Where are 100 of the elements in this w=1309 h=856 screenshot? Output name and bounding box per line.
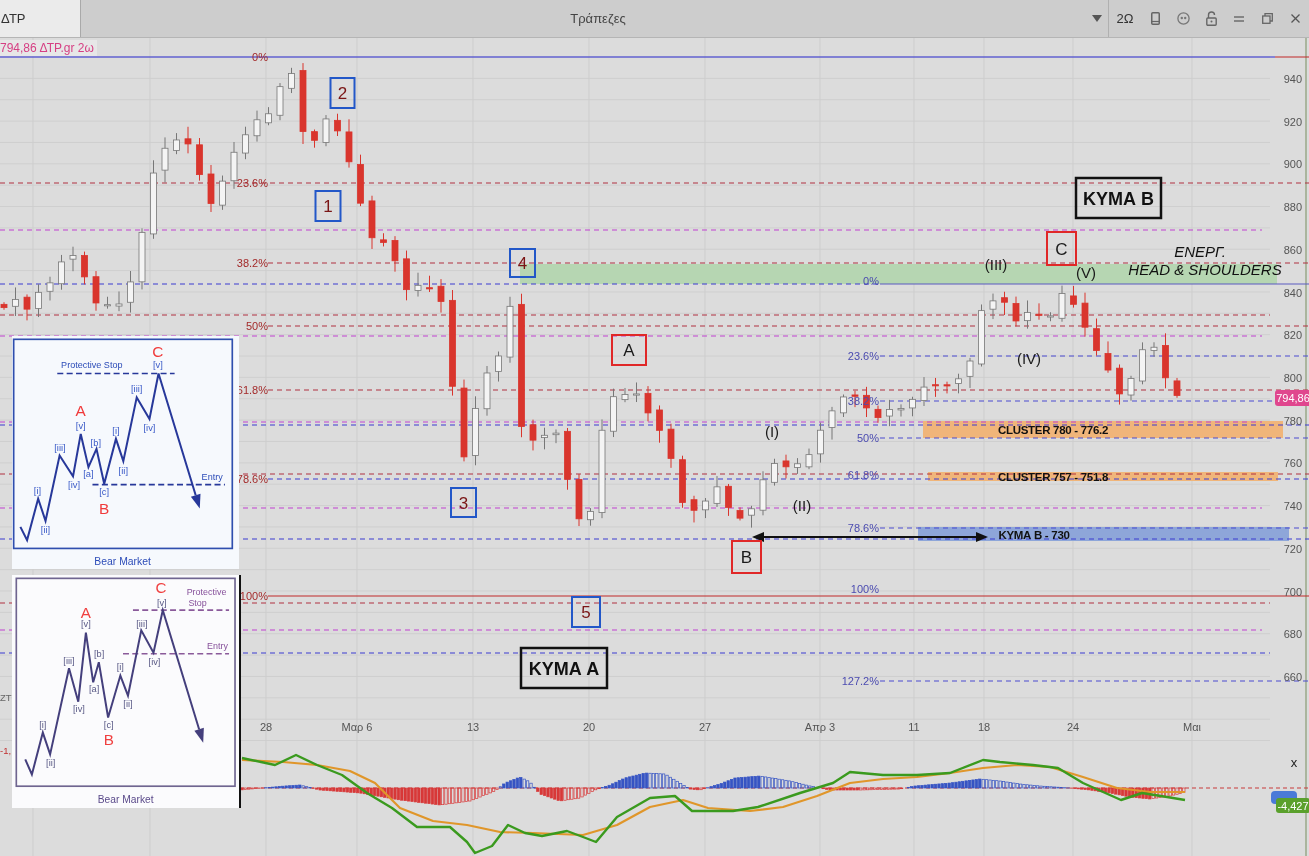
wave-count-label: [c] (103, 719, 114, 730)
fib-level-label: 78.6% (847, 522, 879, 534)
fib-level-label: 50% (856, 432, 879, 444)
fib-level-label: 38.2% (236, 257, 268, 269)
price-axis-label: 940 (1283, 73, 1302, 85)
wave-title-box: ΚΥΜΑ Α (519, 646, 609, 690)
wave-count-label: [v] (81, 618, 91, 629)
fib-level-label: 50% (245, 320, 268, 332)
fib-level-label: 0% (863, 275, 879, 287)
price-axis-label: 680 (1283, 628, 1302, 641)
diagram-caption: Bear Market (94, 556, 151, 568)
edge-text: ZT (0, 692, 12, 703)
indicator-value-tag: -4,427 (1276, 798, 1309, 813)
diagram-note: Entry (207, 640, 228, 651)
wave-count-label: [ii] (123, 699, 133, 710)
close-icon (1290, 14, 1300, 23)
date-axis-label: 20 (582, 721, 596, 733)
price-axis-label: 720 (1283, 542, 1302, 555)
date-axis-label: 27 (698, 721, 712, 733)
wave-count-label: [iii] (63, 655, 75, 666)
wave-count-label: [v] (156, 598, 167, 609)
wave-title-box: ΚΥΜΑ Β (1074, 176, 1163, 220)
price-axis-label: 900 (1283, 158, 1302, 171)
wave-number-box: 5 (571, 596, 601, 628)
wave-count-label: (II) (792, 497, 812, 514)
date-axis-label: 18 (977, 721, 991, 733)
diagram-note: Entry (201, 471, 223, 482)
wave-count-label: [iv] (73, 704, 85, 715)
restore-icon (1261, 13, 1273, 24)
wave-count-label: [a] (83, 469, 94, 480)
wave-count-label: [iv] (143, 422, 156, 433)
diagram-note: Stop (188, 597, 207, 608)
wave-count-label: [i] (112, 426, 120, 436)
diagram-caption: Bear Market (97, 794, 154, 806)
window-title: Τράπεζες (569, 11, 627, 26)
date-axis-label: Μαρ 6 (341, 721, 373, 733)
wave-number-box: 2 (329, 77, 356, 109)
wave-count-label: [ii] (118, 465, 128, 476)
quote-circle-icon (1176, 12, 1190, 25)
wave-count-label: [v] (152, 359, 163, 370)
pattern-note: HEAD & SHOULDERS (1128, 261, 1282, 278)
date-axis-label: 24 (1066, 721, 1080, 733)
chart-legend: 794,86 ΔΤΡ.gr 2ω (0, 40, 97, 56)
price-axis-label: 780 (1283, 414, 1302, 427)
wave-number-box: 4 (509, 248, 536, 278)
wave-letter: B (99, 500, 110, 518)
indicator-close-button[interactable]: x (1290, 755, 1298, 770)
wave-count-label: [ii] (40, 525, 51, 536)
date-axis-label: Απρ 3 (804, 721, 836, 733)
date-axis-label: Μαι (1183, 721, 1201, 733)
zone-label: CLUSTER 780 - 776.2 (998, 424, 1108, 436)
price-axis-label: 740 (1283, 500, 1302, 513)
wave-letter-box: B (731, 540, 762, 574)
wave-count-label: [iv] (68, 479, 80, 490)
fib-level-label: 100% (850, 583, 879, 595)
caret-icon (1091, 15, 1102, 22)
timeframe-button[interactable]: 2Ω (1109, 6, 1141, 31)
price-axis-label: 920 (1283, 115, 1302, 128)
fib-level-label: 127.2% (841, 675, 879, 687)
diagram-note: Protective Stop (61, 360, 123, 371)
price-axis-label: 660 (1283, 671, 1302, 684)
price-axis-label: 860 (1283, 243, 1302, 256)
wave-letter-box: A (611, 334, 647, 366)
price-axis-label: 800 (1283, 372, 1302, 385)
wave-count-label: (V) (1076, 264, 1096, 281)
price-axis-label: 840 (1283, 286, 1302, 299)
wave-count-label: [iv] (148, 656, 161, 667)
fib-level-label: 100% (239, 590, 268, 602)
fib-level-label: 23.6% (847, 350, 879, 362)
wave-number-box: 3 (450, 487, 477, 518)
wave-count-label: [b] (94, 649, 105, 660)
tablet-icon (1150, 12, 1160, 25)
wave-count-label: [a] (89, 684, 100, 695)
wave-count-label: [c] (99, 487, 110, 498)
price-tag: 794,86 (1275, 390, 1309, 406)
wave-count-label: [i] (39, 719, 47, 730)
edge-text: -1, (0, 745, 12, 756)
price-axis-label: 880 (1283, 201, 1302, 214)
price-axis-label: 700 (1283, 585, 1302, 598)
wave-count-label: (I) (764, 423, 780, 440)
unlock-icon (1205, 11, 1217, 26)
fib-level-label: 61.8% (847, 469, 879, 481)
wave-number-box: 1 (314, 190, 342, 222)
fib-level-label: 0% (252, 51, 268, 63)
price-axis-label: 760 (1283, 457, 1302, 470)
wave-count-label: [b] (90, 437, 102, 448)
date-axis-label: 13 (466, 721, 480, 733)
menu-icon (1234, 15, 1244, 22)
fib-level-label: 78.6% (236, 473, 268, 485)
diagram-note: Protective (186, 586, 227, 598)
wave-letter: B (103, 731, 114, 749)
wave-count-label: [iii] (131, 384, 143, 395)
wave-count-label: (III) (984, 256, 1008, 273)
wave-count-label: [v] (75, 421, 86, 431)
wave-count-label: (IV) (1016, 350, 1042, 367)
wave-count-label: [ii] (46, 758, 56, 769)
wave-count-label: [iii] (136, 618, 148, 629)
wave-letter: C (155, 579, 167, 597)
symbol-tab[interactable]: ΔΤΡ (0, 0, 81, 37)
wave-letter-box: C (1046, 231, 1077, 266)
